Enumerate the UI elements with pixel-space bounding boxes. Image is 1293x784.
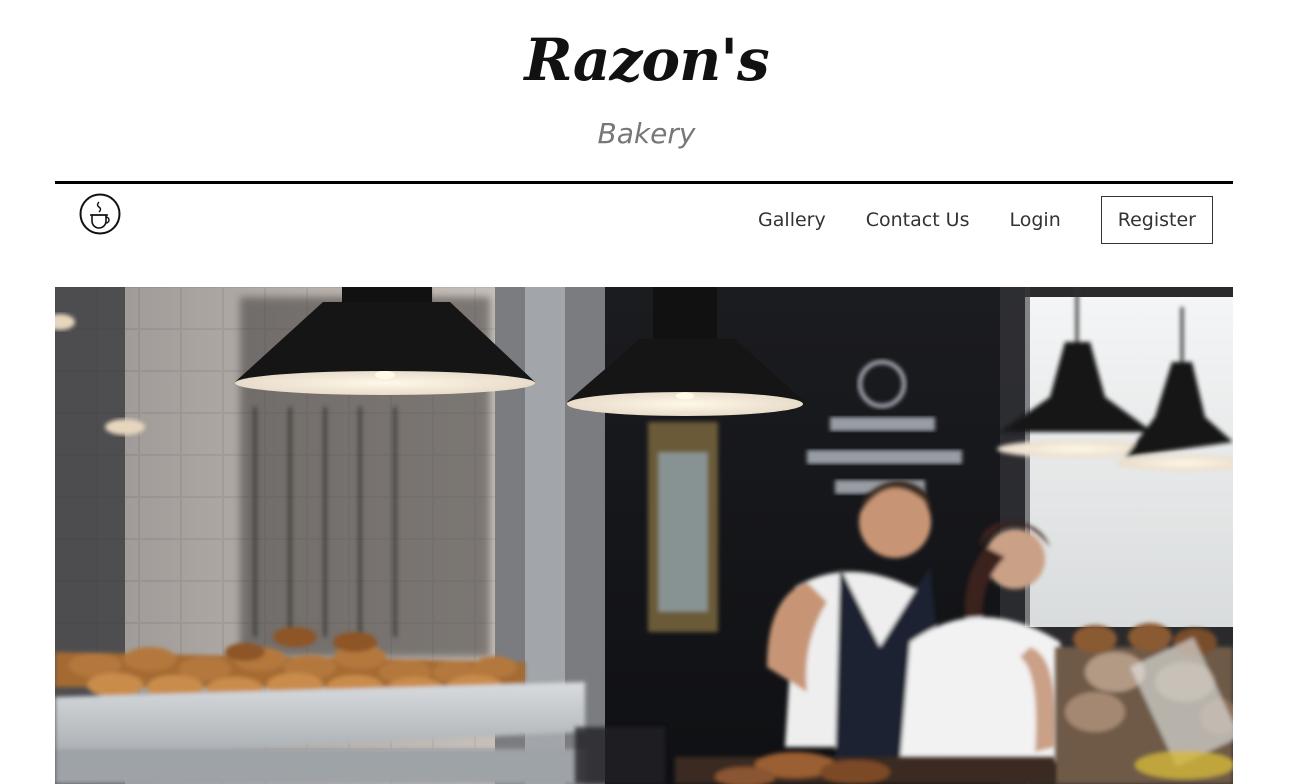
nav-links: Gallery Contact Us Login Register	[758, 196, 1213, 244]
coffee-cup-icon[interactable]	[79, 193, 121, 235]
main-navbar: Gallery Contact Us Login Register	[55, 184, 1233, 254]
brand-title: Razon's	[524, 26, 769, 94]
nav-link-login[interactable]: Login	[1010, 196, 1061, 244]
nav-link-contact-us[interactable]: Contact Us	[866, 196, 970, 244]
register-button[interactable]: Register	[1100, 196, 1213, 244]
nav-link-gallery[interactable]: Gallery	[758, 196, 826, 244]
hero-image	[55, 287, 1233, 784]
site-header: Razon's Bakery	[0, 0, 1293, 180]
brand-subtitle: Bakery	[597, 117, 696, 150]
